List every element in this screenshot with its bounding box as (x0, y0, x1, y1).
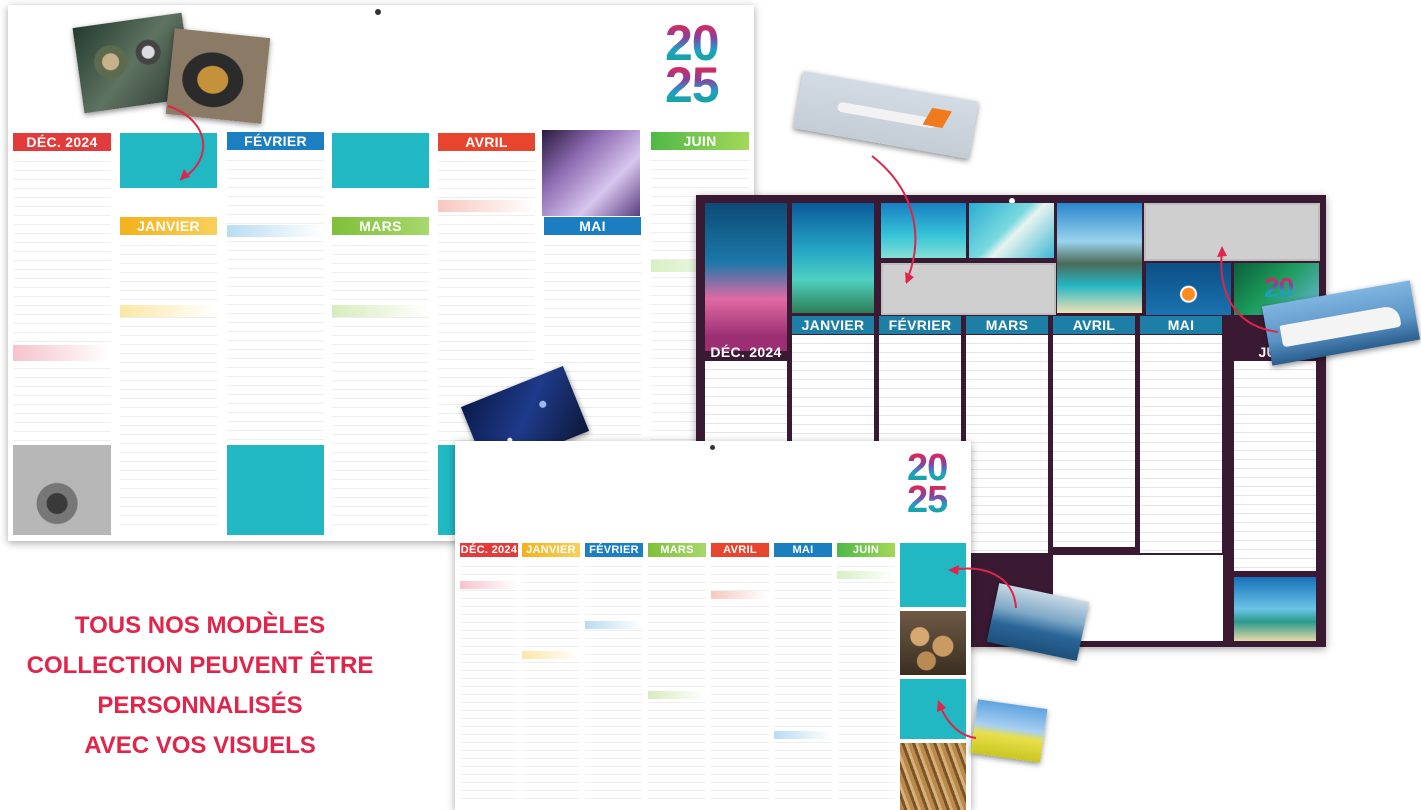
hanging-hole (710, 445, 715, 450)
month-header-jan: JANVIER (792, 316, 874, 334)
cta-text: TOUS NOS MODÈLES COLLECTION PEUVENT ÊTRE… (10, 606, 390, 766)
holiday-band (460, 581, 518, 589)
days-mar (332, 237, 429, 532)
month-header-apr: AVRIL (438, 133, 535, 151)
days-jun (1234, 361, 1316, 571)
image-placeholder (1144, 203, 1320, 261)
plane-tail (922, 107, 952, 128)
holiday-band (332, 305, 429, 317)
month-header-mai: MAI (1140, 316, 1222, 334)
month-header-dec: DÉC. 2024 (710, 344, 782, 360)
holiday-band (648, 691, 706, 699)
image-placeholder (332, 133, 429, 188)
days-dec (460, 559, 518, 805)
photo-airplane (793, 70, 979, 160)
holiday-band (120, 305, 217, 317)
days-mar (648, 559, 706, 805)
year-bottom: 25 (907, 479, 948, 521)
image-placeholder (881, 263, 1056, 315)
cta-line-2: COLLECTION PEUVENT ÊTRE (26, 652, 374, 679)
cta-line-4: AVEC VOS VISUELS (84, 732, 316, 759)
photo-rapeseed-field (970, 699, 1048, 763)
holiday-band (227, 225, 324, 237)
days-jan (522, 559, 580, 805)
days-apr (1053, 335, 1135, 547)
image-placeholder (227, 445, 324, 535)
holiday-band (13, 345, 111, 361)
month-header-feb: FÉVRIER (585, 543, 643, 557)
photo-clownfish (1146, 263, 1231, 315)
holiday-band (774, 731, 832, 739)
month-header-mar: MARS (648, 543, 706, 557)
month-header-feb: FÉVRIER (227, 132, 324, 150)
photo-boat-beach (1234, 577, 1316, 641)
month-header-jun: JUIN (651, 132, 749, 150)
image-placeholder (900, 543, 966, 607)
month-header-mai: MAI (544, 217, 641, 235)
days-mai (774, 559, 832, 805)
holiday-band (522, 651, 580, 659)
year-bottom: 25 (665, 57, 720, 113)
image-mechanical (13, 445, 111, 535)
days-jun (837, 559, 895, 805)
photo-bungalows (881, 203, 966, 258)
holiday-band (585, 621, 643, 629)
days-mar (966, 335, 1048, 553)
photo-beach-rocks (1057, 203, 1142, 313)
image-purple-abstract (542, 130, 640, 216)
month-header-apr: AVRIL (1053, 316, 1135, 334)
month-header-jun: JUIN (837, 543, 895, 557)
month-header-jan: JANVIER (522, 543, 580, 557)
month-header-mar: MARS (966, 316, 1048, 334)
image-placeholder (120, 133, 217, 188)
days-feb (585, 559, 643, 805)
days-mai (1140, 335, 1222, 553)
month-header-dec: DÉC. 2024 (460, 543, 518, 557)
photo-wheat (900, 743, 966, 810)
holiday-band (711, 591, 769, 599)
year-top: 20 (1264, 272, 1294, 303)
month-header-dec: DÉC. 2024 (13, 133, 111, 151)
ship-hull (1279, 304, 1402, 348)
days-jan (120, 237, 217, 532)
cta-line-1: TOUS NOS MODÈLES (74, 612, 326, 639)
days-dec (13, 153, 111, 443)
photo-lagoon (792, 203, 874, 313)
holiday-band (438, 200, 535, 212)
cta-line-3: PERSONNALISÉS (97, 692, 303, 719)
days-feb (227, 152, 324, 442)
hanging-hole (375, 9, 381, 15)
month-header-jan: JANVIER (120, 217, 217, 235)
photo-electronics-2 (165, 28, 271, 124)
month-header-feb: FÉVRIER (879, 316, 961, 334)
holiday-band (837, 571, 895, 579)
month-header-apr: AVRIL (711, 543, 769, 557)
photo-sandbank (969, 203, 1054, 258)
month-header-mar: MARS (332, 217, 429, 235)
plane-shape (836, 101, 938, 129)
month-header-mai: MAI (774, 543, 832, 557)
photo-eggs (900, 611, 966, 675)
photo-coral (705, 203, 787, 351)
image-placeholder (900, 679, 966, 739)
calendar-sheet-bottom: 20 25 DÉC. 2024 JANVIER FÉVRIER MARS AVR… (455, 441, 971, 810)
